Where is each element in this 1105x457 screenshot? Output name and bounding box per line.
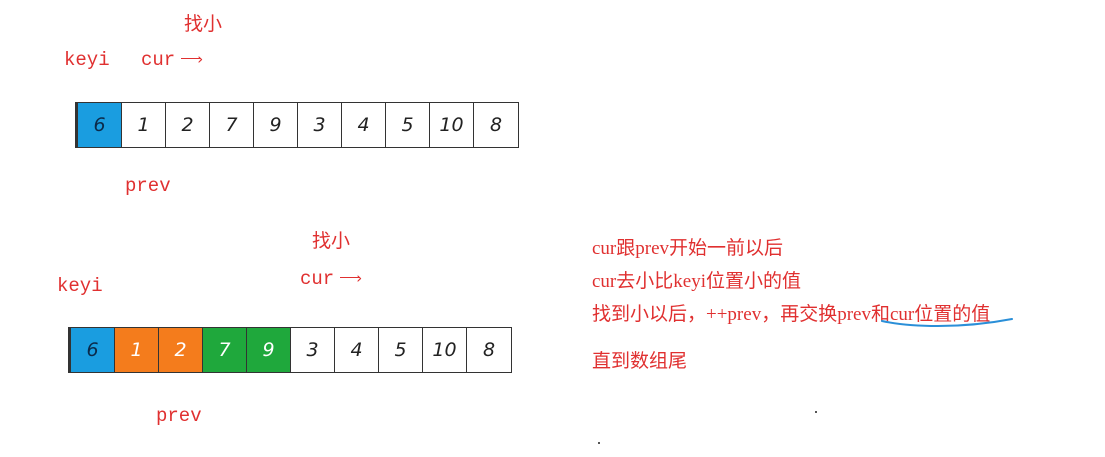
cur-pointer-2: cur › [300,268,366,290]
right-arrow-icon: › [181,49,207,71]
explanation-line-2: cur去小比keyi位置小的值 [592,271,801,292]
diagram1-cell-7: 5 [386,103,430,147]
diagram2-cell-6: 4 [335,328,379,372]
cur-pointer-1: cur › [141,49,207,71]
prev-label-2: prev [156,405,202,427]
diagram1-cell-0: 6 [78,103,122,147]
keyi-label-1: keyi [64,49,110,71]
diagram2-cell-4: 9 [247,328,291,372]
diagram1-cell-8: 10 [430,103,474,147]
keyi-label-2: keyi [57,275,103,297]
diagram1-cell-4: 9 [254,103,298,147]
find-small-label-1: 找小 [184,14,223,35]
explanation-line-1: cur跟prev开始一前以后 [592,238,784,259]
diagram1-cell-6: 4 [342,103,386,147]
diagram2-cell-1: 1 [115,328,159,372]
diagram2-cell-3: 7 [203,328,247,372]
find-small-label-2: 找小 [312,231,351,252]
diagram2-cell-5: 3 [291,328,335,372]
stray-dot [815,411,817,413]
explanation-line-4: 直到数组尾 [592,351,688,372]
diagram1-cell-5: 3 [298,103,342,147]
diagram2-cell-2: 2 [159,328,203,372]
diagram1-cell-3: 7 [210,103,254,147]
stray-dot [598,442,600,444]
cur-label-1: cur [141,49,176,72]
diagram2-cell-0: 6 [71,328,115,372]
underline-stroke [881,318,1013,327]
explanation-text: cur跟prev开始一前以后 cur去小比keyi位置小的值 找到小以后，++p… [592,232,990,378]
right-arrow-icon: › [340,268,366,290]
cur-label-2: cur [300,268,335,291]
prev-label-1: prev [125,175,171,197]
diagram1-cell-1: 1 [122,103,166,147]
diagram1-cell-2: 2 [166,103,210,147]
diagram2-cell-8: 10 [423,328,467,372]
diagram2-cell-7: 5 [379,328,423,372]
array-row-2: 6 1 2 7 9 3 4 5 10 8 [68,327,512,373]
diagram2-cell-9: 8 [482,339,496,361]
array-row-1: 6 1 2 7 9 3 4 5 10 8 [75,102,519,148]
diagram1-cell-9: 8 [489,114,503,136]
